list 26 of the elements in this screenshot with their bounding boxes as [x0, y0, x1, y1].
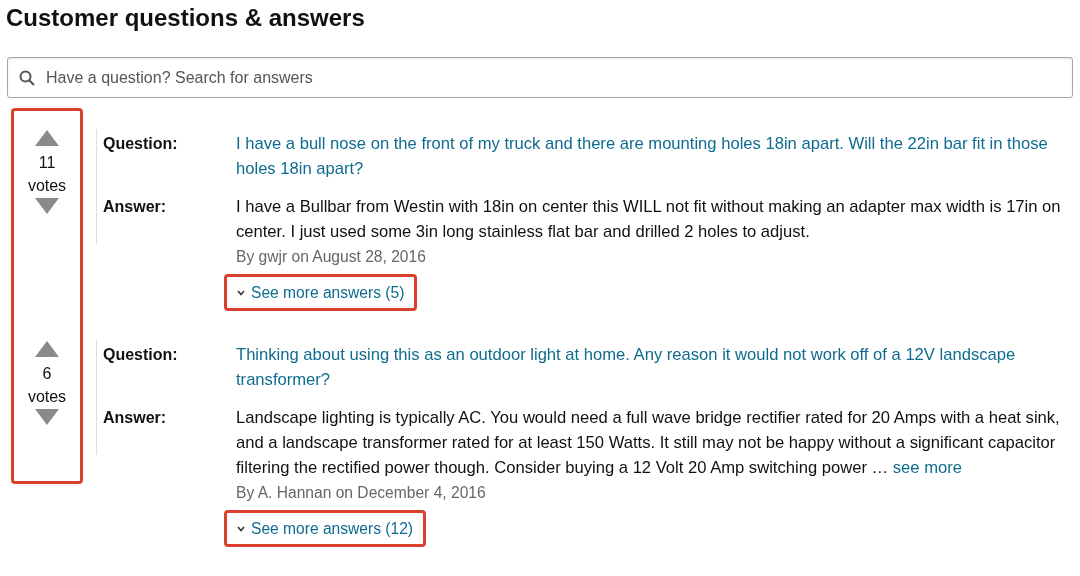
- question-label: Question:: [103, 345, 179, 365]
- vote-count: 11: [38, 153, 56, 173]
- answer-label: Answer:: [103, 197, 168, 217]
- question-link[interactable]: I have a bull nose on the front of my truck and there are mounting holes 18in apart. Will the 22in bar fit in those holes 18in apart?: [236, 131, 1074, 181]
- search-field[interactable]: Have a question? Search for answers: [7, 57, 1073, 98]
- question-label: Question:: [103, 134, 179, 154]
- answer-label: Answer:: [103, 408, 168, 428]
- section-title: Customer questions & answers: [6, 3, 365, 33]
- vote-count: 6: [42, 364, 52, 384]
- answer-text: Landscape lighting is typically AC. You would need a full wave bridge rectifier rated for 20 Amps with a heat sink, and a landscape transformer rated for at least 150 Watts. It still may not be happy without a significant capacitor filtering the rectified power though. Consider buying a 12 Volt 20 Amp switching power … see more: [236, 407, 1061, 479]
- downvote-icon[interactable]: [34, 197, 60, 215]
- upvote-icon[interactable]: [34, 129, 60, 147]
- votes-label: votes: [27, 387, 67, 407]
- answer-text: I have a Bullbar from Westin with 18in on center this WILL not fit without making an adapter max width is 17in on center. I just used some 3in long stainless flat bar and drilled 2 holes to adjust.: [236, 196, 1062, 243]
- see-more-answers-link[interactable]: See more answers (12): [224, 510, 427, 547]
- answer-byline: By gwjr on August 28, 2016: [236, 247, 427, 267]
- upvote-icon[interactable]: [34, 340, 60, 358]
- see-more-answers-link[interactable]: See more answers (5): [224, 274, 418, 311]
- search-icon: [19, 70, 35, 86]
- question-link[interactable]: Thinking about using this as an outdoor light at home. Any reason it would not work off of a 12V landscape transformer?: [236, 342, 1074, 392]
- downvote-icon[interactable]: [34, 408, 60, 426]
- votes-label: votes: [27, 176, 67, 196]
- answer-byline: By A. Hannan on December 4, 2016: [236, 483, 487, 503]
- see-more-link[interactable]: see more: [892, 458, 962, 477]
- chevron-down-icon: [237, 289, 245, 296]
- chevron-down-icon: [237, 525, 245, 532]
